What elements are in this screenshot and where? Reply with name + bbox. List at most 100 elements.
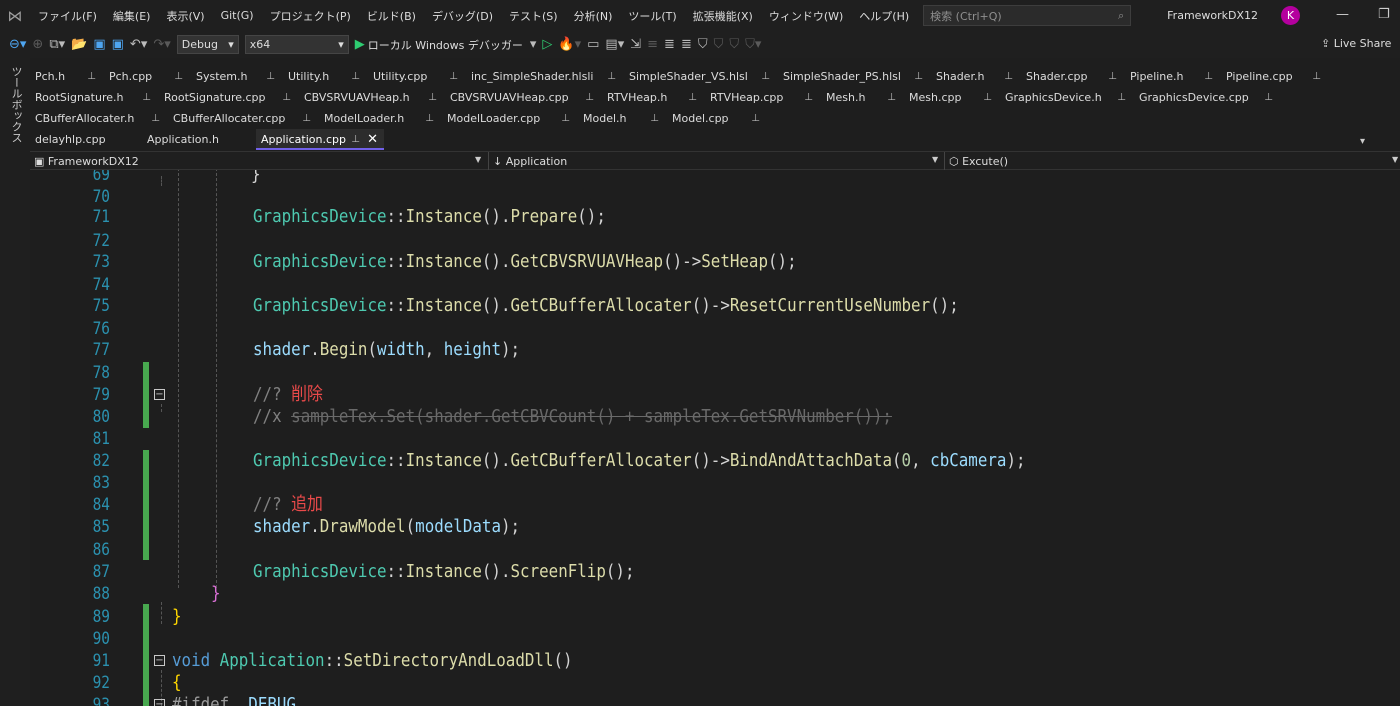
minimize-icon[interactable]: — — [1336, 7, 1349, 22]
tab-overflow-icon[interactable]: ▾ — [1360, 136, 1365, 147]
search-box[interactable]: 検索 (Ctrl+Q) ⌕ — [923, 5, 1132, 26]
pin-icon[interactable]: ⊥ — [1312, 71, 1321, 82]
pin-icon[interactable]: ⊥ — [282, 92, 291, 103]
tab-utility-cpp[interactable]: Utility.cpp ⊥ — [368, 66, 466, 86]
tab-mesh-h[interactable]: Mesh.h ⊥ — [821, 87, 904, 107]
start-debugging-button[interactable]: ローカル Windows デバッガー — [368, 37, 523, 53]
redo-icon[interactable]: ↷▾ — [150, 37, 173, 52]
pin-icon[interactable]: ⊥ — [1004, 71, 1013, 82]
tab-cbufferallocater-h[interactable]: CBufferAllocater.h ⊥ — [30, 108, 168, 128]
start-without-debugging-icon[interactable]: ▷ — [539, 37, 555, 52]
window-layout-icon[interactable]: ▤▾ — [602, 37, 627, 52]
open-file-icon[interactable]: 📂 — [68, 37, 90, 52]
tab-model-h[interactable]: Model.h ⊥ — [578, 108, 667, 128]
menu-build[interactable]: ビルド(B) — [359, 8, 424, 24]
tab-simpleshader-ps-hlsl[interactable]: SimpleShader_PS.hlsl ⊥ — [778, 66, 931, 86]
avatar[interactable]: K — [1281, 6, 1300, 25]
tab-modelloader-h[interactable]: ModelLoader.h ⊥ — [319, 108, 442, 128]
tab-pch-h[interactable]: Pch.h ⊥ — [30, 66, 104, 86]
tab-system-h[interactable]: System.h ⊥ — [191, 66, 283, 86]
live-share-button[interactable]: ⇪ Live Share — [1321, 37, 1391, 50]
pin-icon[interactable]: ⊥ — [174, 71, 183, 82]
pin-icon[interactable]: ⊥ — [650, 113, 659, 124]
pin-icon[interactable]: ⊥ — [151, 113, 160, 124]
uncomment-icon[interactable]: ≣ — [678, 37, 695, 52]
pin-icon[interactable]: ⊥ — [761, 71, 770, 82]
save-icon[interactable]: ▣ — [90, 37, 108, 52]
tab-shader-cpp[interactable]: Shader.cpp ⊥ — [1021, 66, 1125, 86]
menu-project[interactable]: プロジェクト(P) — [262, 8, 359, 24]
pin-icon[interactable]: ⊥ — [1264, 92, 1273, 103]
code-editor[interactable]: − − − 69} 70 71 GraphicsDevice::Instance… — [30, 170, 1400, 706]
bookmark-icon[interactable]: ⛉ — [695, 37, 711, 52]
platform-select[interactable]: x64 ▾ — [244, 35, 349, 54]
tab-pipeline-cpp[interactable]: Pipeline.cpp ⊥ — [1221, 66, 1329, 86]
start-debugging-icon[interactable]: ▶ — [352, 37, 368, 52]
pin-icon[interactable]: ⊥ — [428, 92, 437, 103]
pin-icon[interactable]: ⊥ — [1204, 71, 1213, 82]
menu-file[interactable]: ファイル(F) — [30, 8, 105, 24]
project-dropdown[interactable]: ▣ FrameworkDX12 — [30, 152, 486, 170]
format-icon[interactable]: ≡ — [644, 37, 661, 52]
close-icon[interactable]: ✕ — [367, 132, 378, 147]
undo-icon[interactable]: ↶▾ — [127, 37, 150, 52]
pin-icon[interactable]: ⊥ — [351, 71, 360, 82]
menu-edit[interactable]: 編集(E) — [105, 8, 159, 24]
menu-window[interactable]: ウィンドウ(W) — [761, 8, 851, 24]
menu-git[interactable]: Git(G) — [213, 9, 262, 22]
pin-icon[interactable]: ⊥ — [804, 92, 813, 103]
menu-help[interactable]: ヘルプ(H) — [851, 8, 917, 24]
browse-icon[interactable]: ▭ — [584, 37, 602, 52]
pin-icon[interactable]: ⊥ — [351, 134, 360, 145]
pin-icon[interactable]: ⊥ — [266, 71, 275, 82]
tab-application-h[interactable]: Application.h — [142, 129, 256, 149]
navigate-back-icon[interactable]: ⊖▾ — [6, 37, 29, 52]
tab-pch-cpp[interactable]: Pch.cpp ⊥ — [104, 66, 191, 86]
pin-icon[interactable]: ⊥ — [914, 71, 923, 82]
tab-application-cpp[interactable]: Application.cpp ⊥ ✕ — [256, 129, 384, 149]
pin-icon[interactable]: ⊥ — [302, 113, 311, 124]
tab-rootsignature-h[interactable]: RootSignature.h ⊥ — [30, 87, 159, 107]
navigate-forward-icon[interactable]: ⊕ — [29, 37, 46, 52]
tab-modelloader-cpp[interactable]: ModelLoader.cpp ⊥ — [442, 108, 578, 128]
toolbox-tab[interactable]: ツールボックス — [8, 66, 24, 143]
scope-dropdown[interactable]: ↓ Application — [488, 152, 944, 170]
tab-rootsignature-cpp[interactable]: RootSignature.cpp ⊥ — [159, 87, 299, 107]
bookmark-next-icon[interactable]: ⛉ — [726, 37, 742, 52]
menu-analyze[interactable]: 分析(N) — [566, 8, 621, 24]
tab-delayhlp-cpp[interactable]: delayhlp.cpp — [30, 129, 142, 149]
tab-graphicsdevice-h[interactable]: GraphicsDevice.h ⊥ — [1000, 87, 1134, 107]
menu-test[interactable]: テスト(S) — [501, 8, 566, 24]
pin-icon[interactable]: ⊥ — [607, 71, 616, 82]
tab-rtvheap-cpp[interactable]: RTVHeap.cpp ⊥ — [705, 87, 821, 107]
pin-icon[interactable]: ⊥ — [425, 113, 434, 124]
hot-reload-icon[interactable]: 🔥▾ — [555, 37, 584, 52]
tab-simpleshader-vs-hlsl[interactable]: SimpleShader_VS.hlsl ⊥ — [624, 66, 778, 86]
pin-icon[interactable]: ⊥ — [983, 92, 992, 103]
menu-extensions[interactable]: 拡張機能(X) — [685, 8, 761, 24]
save-all-icon[interactable]: ▣ — [109, 37, 127, 52]
tab-rtvheap-h[interactable]: RTVHeap.h ⊥ — [602, 87, 705, 107]
restore-icon[interactable]: ❐ — [1378, 7, 1390, 22]
configuration-select[interactable]: Debug ▾ — [176, 35, 239, 54]
tab-cbvsrvuavheap-cpp[interactable]: CBVSRVUAVHeap.cpp ⊥ — [445, 87, 602, 107]
tab-graphicsdevice-cpp[interactable]: GraphicsDevice.cpp ⊥ — [1134, 87, 1281, 107]
comment-icon[interactable]: ≣ — [661, 37, 678, 52]
tab-cbvsrvuavheap-h[interactable]: CBVSRVUAVHeap.h ⊥ — [299, 87, 445, 107]
pin-icon[interactable]: ⊥ — [585, 92, 594, 103]
menu-tools[interactable]: ツール(T) — [620, 8, 684, 24]
tab-mesh-cpp[interactable]: Mesh.cpp ⊥ — [904, 87, 1000, 107]
new-project-icon[interactable]: ⧉▾ — [46, 37, 68, 52]
pin-icon[interactable]: ⊥ — [751, 113, 760, 124]
member-dropdown[interactable]: ⬡ Excute() — [944, 152, 1400, 170]
pin-icon[interactable]: ⊥ — [142, 92, 151, 103]
pin-icon[interactable]: ⊥ — [1108, 71, 1117, 82]
pin-icon[interactable]: ⊥ — [561, 113, 570, 124]
tab-shader-h[interactable]: Shader.h ⊥ — [931, 66, 1021, 86]
tab-inc-simpleshader-hlsli[interactable]: inc_SimpleShader.hlsli ⊥ — [466, 66, 624, 86]
tab-utility-h[interactable]: Utility.h ⊥ — [283, 66, 368, 86]
tab-model-cpp[interactable]: Model.cpp ⊥ — [667, 108, 768, 128]
tab-pipeline-h[interactable]: Pipeline.h ⊥ — [1125, 66, 1221, 86]
pin-icon[interactable]: ⊥ — [688, 92, 697, 103]
debug-dropdown-icon[interactable]: ▾ — [527, 37, 540, 52]
